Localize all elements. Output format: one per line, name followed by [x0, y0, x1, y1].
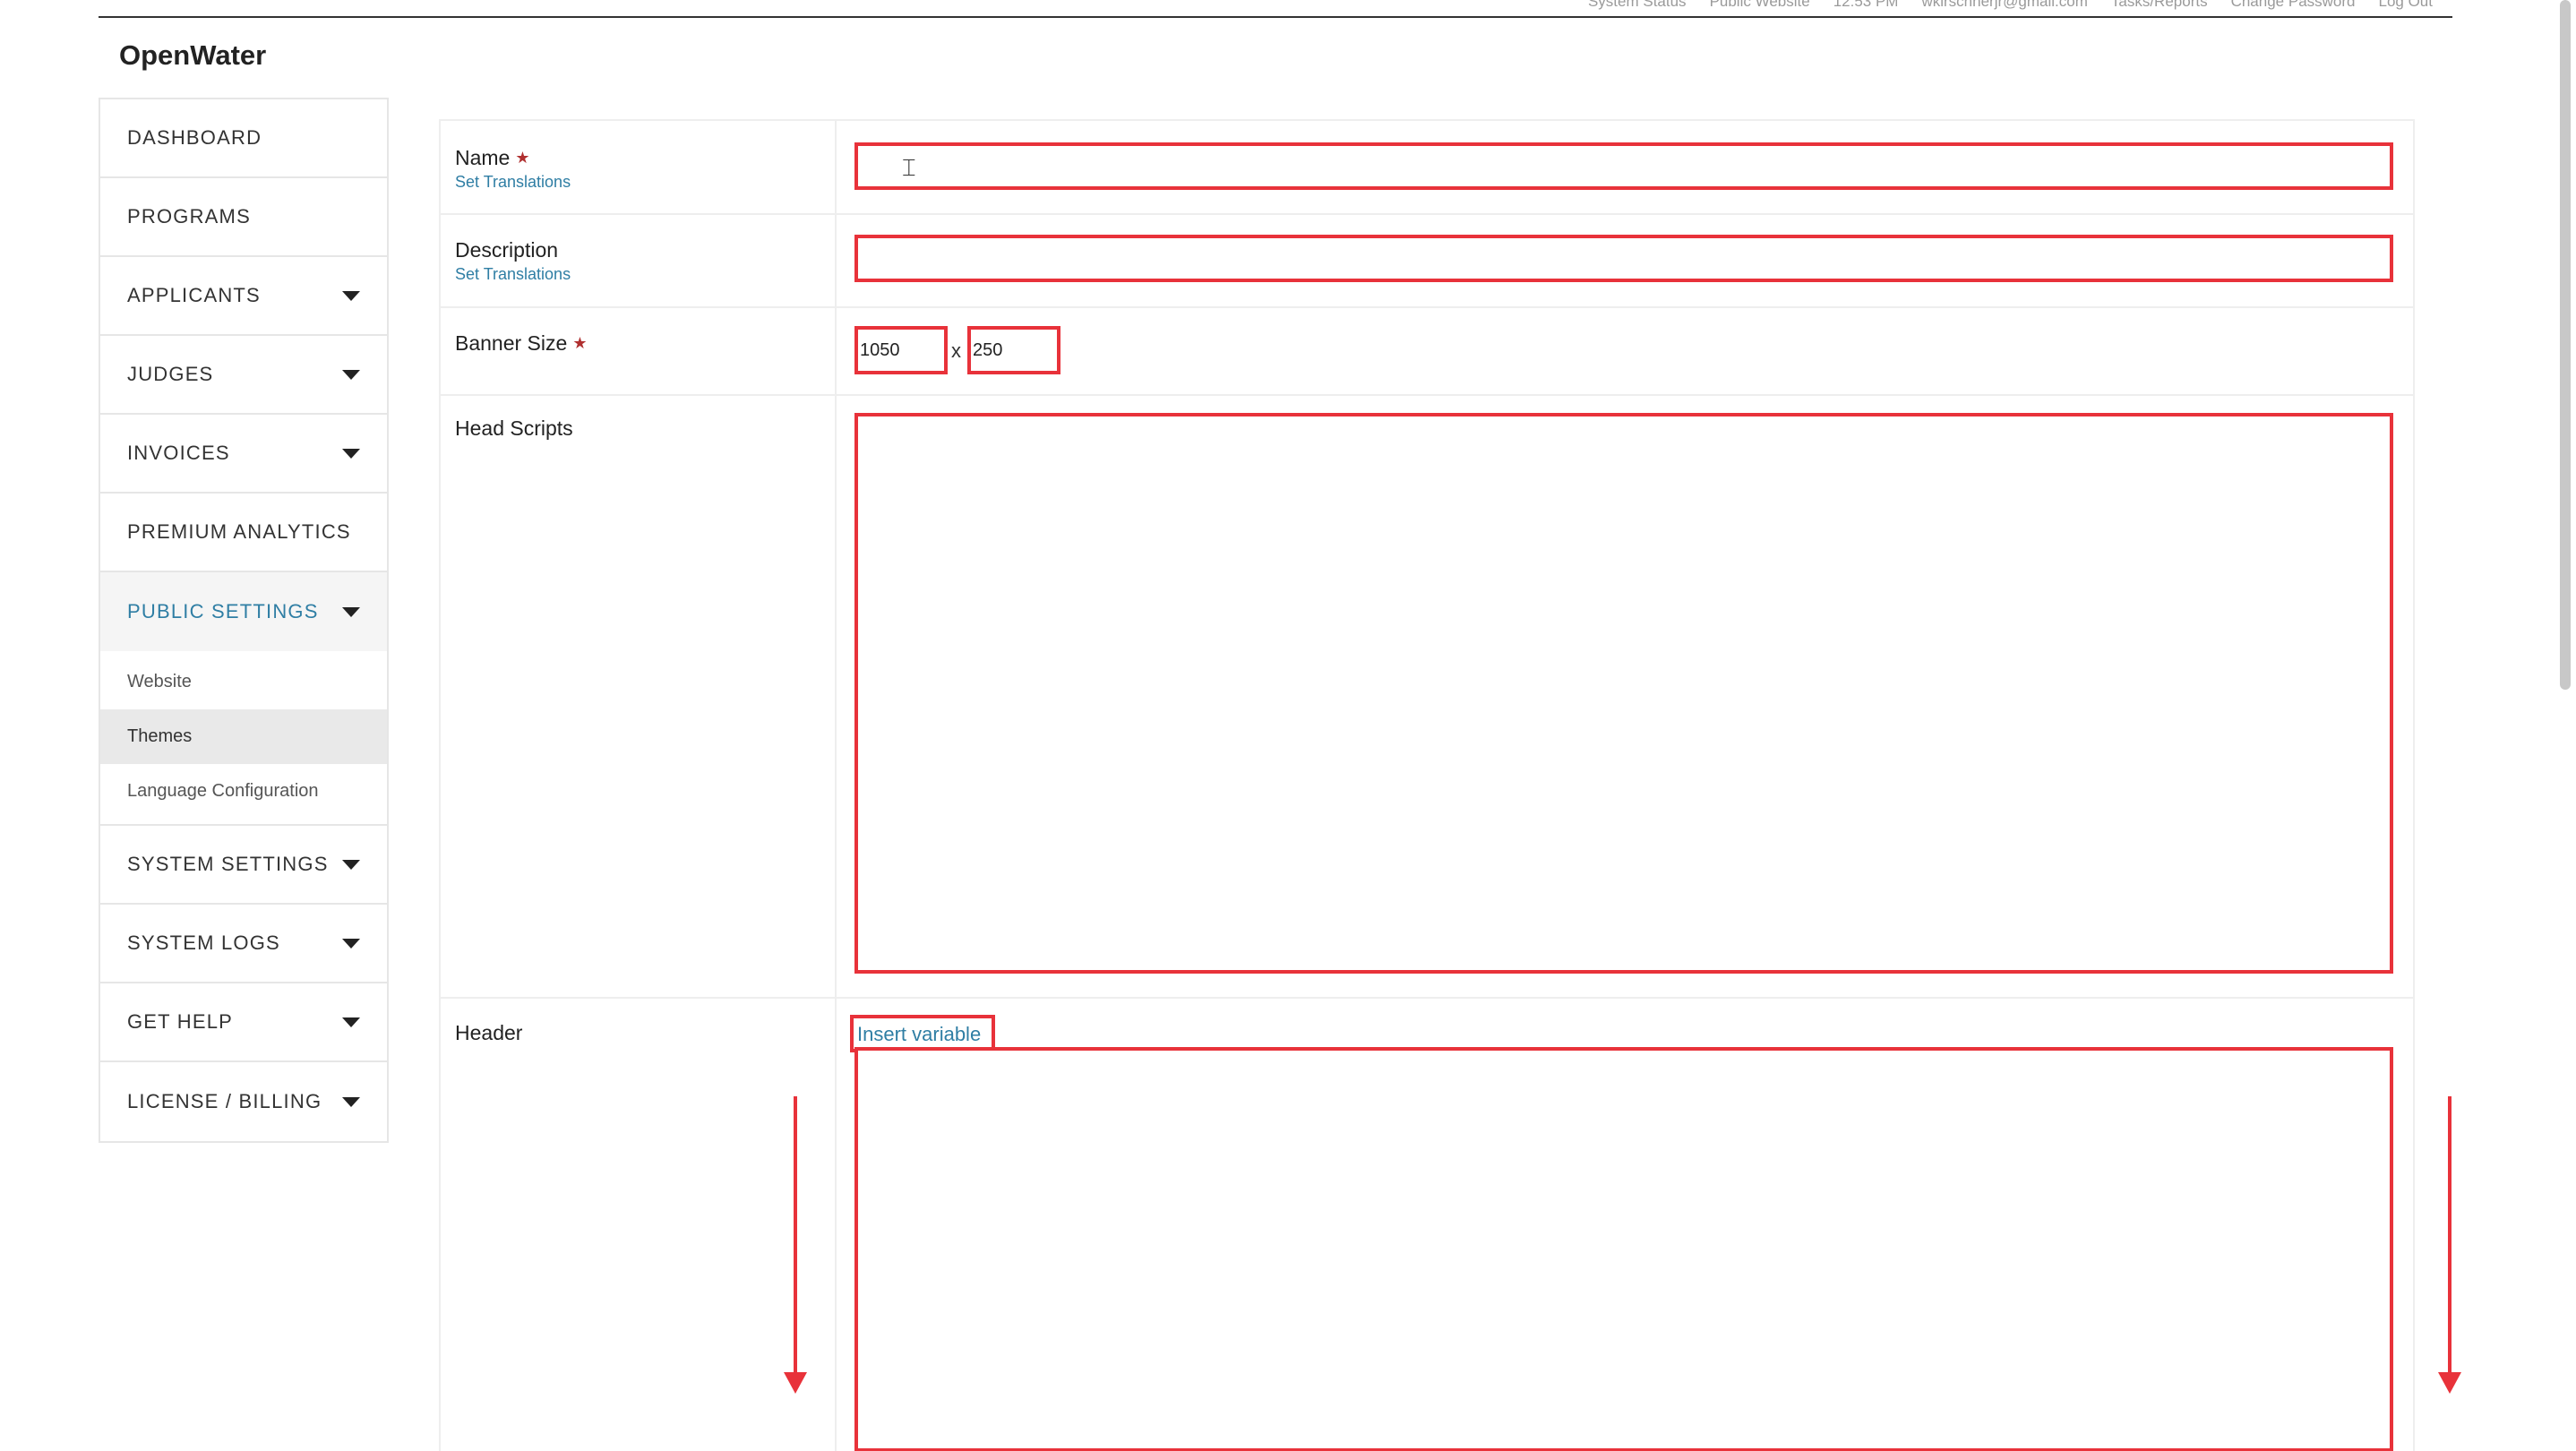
description-set-translations-link[interactable]: Set Translations: [455, 265, 571, 284]
name-label: Name ★: [455, 146, 530, 169]
top-divider: [99, 16, 2452, 18]
banner-height-input[interactable]: [971, 330, 1057, 361]
public-website-link[interactable]: Public Website: [1710, 0, 1810, 11]
change-password-link[interactable]: Change Password: [2231, 0, 2356, 11]
sidebar-item-applicants[interactable]: APPLICANTS: [100, 257, 387, 336]
sidebar-item-label: SYSTEM SETTINGS: [127, 853, 329, 875]
clock-text: 12:53 PM: [1833, 0, 1899, 10]
required-star-icon: ★: [572, 334, 588, 352]
chevron-down-icon: [342, 1017, 360, 1027]
head-scripts-label: Head Scripts: [455, 416, 573, 440]
sidebar-item-label: DASHBOARD: [127, 126, 262, 149]
row-divider: [441, 213, 2413, 215]
name-input-highlight[interactable]: [854, 142, 2393, 190]
head-scripts-textarea[interactable]: [854, 413, 2393, 974]
subnav-item-website[interactable]: Website: [100, 655, 387, 709]
row-divider: [441, 306, 2413, 308]
sidebar-item-label: SYSTEM LOGS: [127, 932, 280, 954]
sidebar-item-label: GET HELP: [127, 1010, 234, 1033]
subnav-item-language-configuration[interactable]: Language Configuration: [100, 764, 387, 819]
sidebar-item-programs[interactable]: PROGRAMS: [100, 178, 387, 257]
app-logo[interactable]: OpenWater: [119, 39, 266, 72]
theme-form: Name ★ Set Translations Description Set T…: [439, 119, 2415, 1451]
user-email-link[interactable]: wkirschnerjr@gmail.com: [1921, 0, 2087, 11]
sidebar-item-label: PROGRAMS: [127, 205, 251, 228]
insert-variable-link[interactable]: Insert variable: [857, 1023, 981, 1045]
name-input[interactable]: [858, 146, 2390, 176]
down-arrow-icon: [2438, 1096, 2461, 1394]
sidebar-item-system-logs[interactable]: SYSTEM LOGS: [100, 905, 387, 983]
sidebar-item-dashboard[interactable]: DASHBOARD: [100, 99, 387, 178]
system-status-link[interactable]: System Status: [1588, 0, 1687, 11]
banner-size-label: Banner Size ★: [455, 331, 588, 355]
column-divider: [835, 121, 837, 1451]
banner-width-input-highlight[interactable]: [854, 326, 948, 374]
description-input[interactable]: [858, 238, 2390, 268]
sidebar: DASHBOARD PROGRAMS APPLICANTS JUDGES INV…: [99, 98, 389, 1143]
sidebar-item-label: JUDGES: [127, 363, 214, 385]
sidebar-item-label: INVOICES: [127, 442, 230, 464]
header-label: Header: [455, 1021, 523, 1044]
row-divider: [441, 394, 2413, 396]
banner-size-separator: x: [951, 339, 961, 362]
description-input-highlight[interactable]: [854, 235, 2393, 282]
sidebar-item-label: PUBLIC SETTINGS: [127, 600, 319, 622]
down-arrow-icon: [784, 1096, 807, 1394]
banner-height-input-highlight[interactable]: [967, 326, 1060, 374]
chevron-down-icon: [342, 1096, 360, 1107]
required-star-icon: ★: [515, 149, 530, 167]
chevron-down-icon: [342, 369, 360, 380]
chevron-down-icon: [342, 606, 360, 617]
public-settings-submenu: Website Themes Language Configuration: [100, 651, 387, 826]
logout-link[interactable]: Log Out: [2379, 0, 2434, 11]
sidebar-item-invoices[interactable]: INVOICES: [100, 415, 387, 494]
sidebar-item-label: LICENSE / BILLING: [127, 1090, 322, 1112]
sidebar-item-label: PREMIUM ANALYTICS: [127, 520, 351, 543]
chevron-down-icon: [342, 938, 360, 949]
sidebar-item-premium-analytics[interactable]: PREMIUM ANALYTICS: [100, 494, 387, 572]
page-scrollbar[interactable]: [2560, 0, 2571, 690]
sidebar-item-judges[interactable]: JUDGES: [100, 336, 387, 415]
sidebar-item-system-settings[interactable]: SYSTEM SETTINGS: [100, 826, 387, 905]
sidebar-item-get-help[interactable]: GET HELP: [100, 983, 387, 1062]
sidebar-item-public-settings[interactable]: PUBLIC SETTINGS: [100, 572, 387, 651]
description-label: Description: [455, 238, 559, 262]
subnav-item-themes[interactable]: Themes: [100, 709, 387, 764]
chevron-down-icon: [342, 448, 360, 459]
tasks-reports-link[interactable]: Tasks/Reports: [2111, 0, 2208, 11]
top-links: System Status Public Website 12:53 PM wk…: [1588, 0, 2433, 11]
chevron-down-icon: [342, 290, 360, 301]
sidebar-item-license-billing[interactable]: LICENSE / BILLING: [100, 1062, 387, 1141]
chevron-down-icon: [342, 859, 360, 870]
sidebar-item-label: APPLICANTS: [127, 284, 261, 306]
row-divider: [441, 997, 2413, 999]
text-cursor-icon: ⌶: [902, 154, 916, 181]
name-set-translations-link[interactable]: Set Translations: [455, 173, 571, 192]
banner-width-input[interactable]: [858, 330, 944, 361]
header-editor-textarea[interactable]: [854, 1047, 2393, 1451]
